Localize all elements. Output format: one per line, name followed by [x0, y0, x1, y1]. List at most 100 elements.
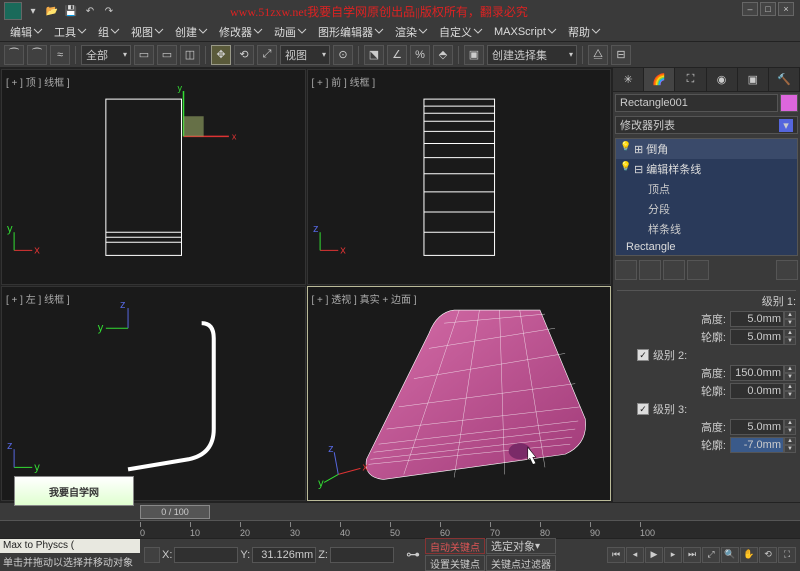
setkey-button[interactable]: 设置关键点	[425, 555, 485, 571]
menu-edit[interactable]: 编辑	[4, 22, 48, 42]
show-end-result-icon[interactable]	[639, 260, 661, 280]
viewport-left[interactable]: [ + ] 左 ] 线框 ] zy yz	[1, 286, 306, 502]
make-unique-icon[interactable]	[663, 260, 685, 280]
stack-item-bevel[interactable]: 💡⊞ 倒角	[616, 139, 797, 159]
pan-icon[interactable]: ✋	[740, 547, 758, 563]
autokey-button[interactable]: 自动关键点	[425, 538, 485, 554]
level2-outline[interactable]	[730, 383, 784, 399]
stack-item-editspline[interactable]: 💡⊟ 编辑样条线	[616, 159, 797, 179]
prev-frame-icon[interactable]: ◂	[626, 547, 644, 563]
tab-display[interactable]: ▣	[738, 68, 769, 91]
pin-stack-icon[interactable]	[615, 260, 637, 280]
select-region-icon[interactable]: ◫	[180, 45, 200, 65]
menu-rendering[interactable]: 渲染	[389, 22, 433, 42]
unlink-icon[interactable]: ⁀	[27, 45, 47, 65]
remove-modifier-icon[interactable]	[687, 260, 709, 280]
level1-height[interactable]	[730, 311, 784, 327]
align-icon[interactable]: ⊟	[611, 45, 631, 65]
coord-z[interactable]	[330, 547, 394, 563]
menu-grapheditors[interactable]: 图形编辑器	[312, 22, 389, 42]
menu-create[interactable]: 创建	[169, 22, 213, 42]
tab-modify[interactable]: 🌈	[644, 68, 675, 91]
level3-checkbox[interactable]: ✓	[637, 403, 649, 415]
coord-y[interactable]	[252, 547, 316, 563]
spinner-snap-icon[interactable]: ⬘	[433, 45, 453, 65]
menu-modifiers[interactable]: 修改器	[213, 22, 268, 42]
snap-icon[interactable]: ⬔	[364, 45, 384, 65]
stack-sub-spline[interactable]: 样条线	[616, 219, 797, 239]
level3-outline[interactable]	[730, 437, 784, 453]
brand-watermark: 我要自学网	[14, 476, 134, 506]
configure-sets-icon[interactable]	[776, 260, 798, 280]
select-icon[interactable]: ▭	[134, 45, 154, 65]
level3-height[interactable]	[730, 419, 784, 435]
tab-create[interactable]: ✳	[613, 68, 644, 91]
next-frame-icon[interactable]: ▸	[664, 547, 682, 563]
menu-animation[interactable]: 动画	[268, 22, 312, 42]
play-icon[interactable]: ▶	[645, 547, 663, 563]
zoom-icon[interactable]: 🔍	[721, 547, 739, 563]
undo-icon[interactable]: ↶	[82, 3, 98, 19]
pivot-icon[interactable]: ⊙	[333, 45, 353, 65]
time-slider-thumb[interactable]: 0 / 100	[140, 505, 210, 519]
stack-item-rectangle[interactable]: Rectangle	[616, 239, 797, 255]
modifier-list-dropdown[interactable]: 修改器列表	[615, 116, 798, 134]
close-button[interactable]: ×	[778, 2, 794, 16]
menu-customize[interactable]: 自定义	[433, 22, 488, 42]
svg-text:z: z	[313, 223, 319, 235]
viewport-top[interactable]: [ + ] 顶 ] 线框 ] x y xy	[1, 69, 306, 285]
bind-icon[interactable]: ≈	[50, 45, 70, 65]
viewport-front[interactable]: [ + ] 前 ] 线框 ] xz	[307, 69, 612, 285]
modifier-stack[interactable]: 💡⊞ 倒角 💡⊟ 编辑样条线 顶点 分段 样条线 Rectangle	[615, 138, 798, 256]
goto-end-icon[interactable]: ⏭	[683, 547, 701, 563]
rotate-icon[interactable]: ⟲	[234, 45, 254, 65]
scale-icon[interactable]: ⤢	[257, 45, 277, 65]
link-icon[interactable]: ⁀	[4, 45, 24, 65]
select-name-icon[interactable]: ▭	[157, 45, 177, 65]
level2-height[interactable]	[730, 365, 784, 381]
menu-group[interactable]: 组	[92, 22, 125, 42]
track-bar[interactable]: 0 10 20 30 40 50 60 70 80 90 100	[0, 520, 800, 538]
maximize-button[interactable]: □	[760, 2, 776, 16]
save-icon[interactable]: 💾	[63, 3, 79, 19]
key-filters-button[interactable]: 关键点过滤器	[486, 555, 556, 571]
angle-snap-icon[interactable]: ∠	[387, 45, 407, 65]
mirror-icon[interactable]: ⧋	[588, 45, 608, 65]
stack-sub-vertex[interactable]: 顶点	[616, 179, 797, 199]
level1-label: 级别 1:	[762, 293, 796, 309]
menu-help[interactable]: 帮助	[562, 22, 606, 42]
ref-coord-system[interactable]: 视图	[280, 45, 330, 65]
maximize-viewport-icon[interactable]: ⛶	[778, 547, 796, 563]
goto-start-icon[interactable]: ⏮	[607, 547, 625, 563]
named-sel-icon[interactable]: ▣	[464, 45, 484, 65]
menu-views[interactable]: 视图	[125, 22, 169, 42]
tab-utilities[interactable]: 🔨	[769, 68, 800, 91]
tab-motion[interactable]: ◉	[707, 68, 738, 91]
named-selection-set[interactable]: 创建选择集	[487, 45, 577, 65]
lock-selection-icon[interactable]	[144, 547, 160, 563]
stack-sub-segment[interactable]: 分段	[616, 199, 797, 219]
level2-checkbox[interactable]: ✓	[637, 349, 649, 361]
orbit-icon[interactable]: ⟲	[759, 547, 777, 563]
object-color-swatch[interactable]	[780, 94, 798, 112]
tab-hierarchy[interactable]: ⛶	[675, 68, 706, 91]
new-icon[interactable]: ▾	[25, 3, 41, 19]
open-icon[interactable]: 📂	[44, 3, 60, 19]
maxscript-listener[interactable]: Max to Physcs (	[0, 539, 140, 553]
minimize-button[interactable]: –	[742, 2, 758, 16]
object-name-field[interactable]	[615, 94, 778, 112]
selection-filter[interactable]: 全部	[81, 45, 131, 65]
coord-x[interactable]	[174, 547, 238, 563]
svg-text:y: y	[177, 83, 182, 93]
window-controls: – □ ×	[742, 2, 794, 16]
level1-outline[interactable]	[730, 329, 784, 345]
percent-snap-icon[interactable]: %	[410, 45, 430, 65]
viewport-perspective[interactable]: [ + ] 透视 ] 真实 + 边面 ] xzy	[307, 286, 612, 502]
move-icon[interactable]: ✥	[211, 45, 231, 65]
selected-object-dropdown[interactable]: 选定对象 ▾	[486, 538, 556, 554]
redo-icon[interactable]: ↷	[101, 3, 117, 19]
key-mode-icon[interactable]: ⊶	[402, 546, 424, 563]
menu-maxscript[interactable]: MAXScript	[488, 24, 562, 40]
menu-tools[interactable]: 工具	[48, 22, 92, 42]
zoom-extents-icon[interactable]: ⤢	[702, 547, 720, 563]
